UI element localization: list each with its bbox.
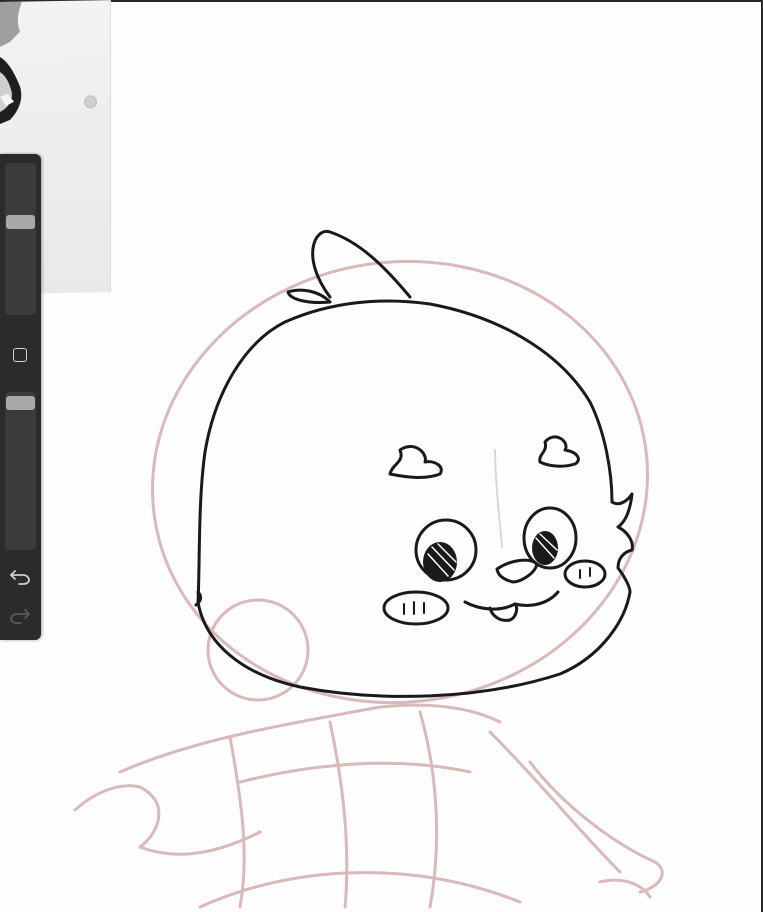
undo-arrow-icon[interactable]: [9, 567, 31, 585]
line-art-layer: [194, 230, 634, 698]
brush-sidebar: [0, 154, 41, 640]
brush-opacity-slider-thumb[interactable]: [6, 396, 35, 410]
brush-size-slider-thumb[interactable]: [6, 215, 35, 229]
brush-opacity-slider[interactable]: [5, 392, 36, 550]
brush-size-slider[interactable]: [5, 163, 36, 315]
drawing-canvas[interactable]: [0, 2, 763, 912]
procreate-canvas-view[interactable]: [0, 0, 763, 912]
guide-sketch-layer: [73, 259, 664, 909]
modify-button[interactable]: [13, 348, 27, 362]
redo-arrow-icon[interactable]: [9, 606, 31, 624]
